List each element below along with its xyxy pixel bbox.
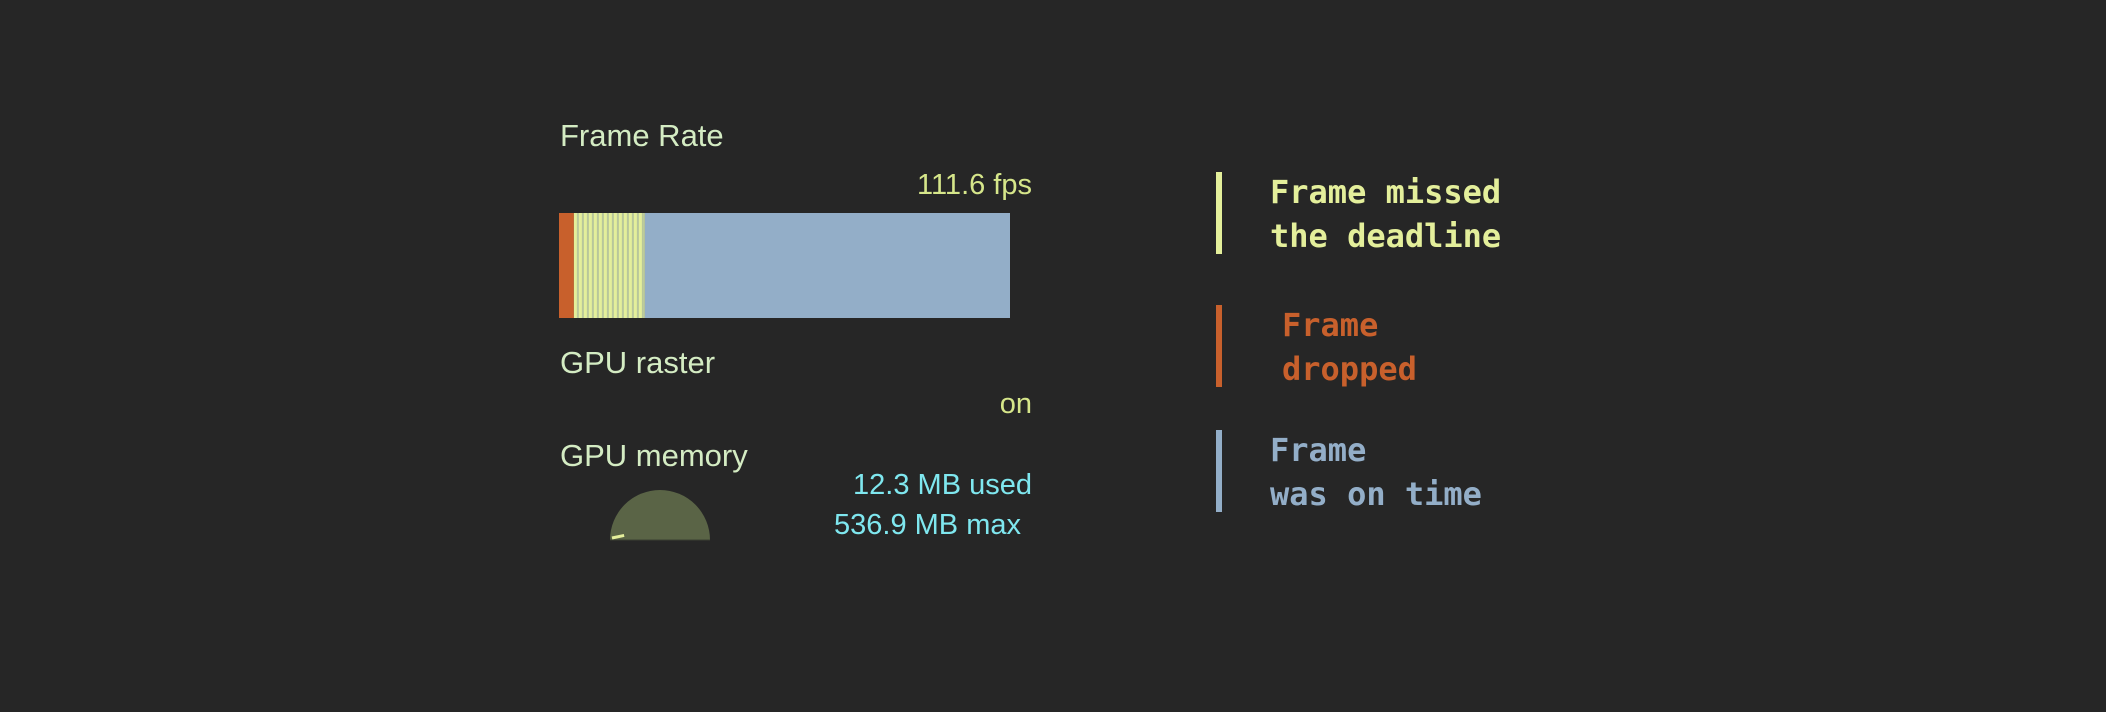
legend-bar-missed	[1216, 172, 1222, 254]
missed-frame-stripe	[596, 213, 599, 318]
missed-frame-stripe	[631, 213, 634, 318]
gpu-memory-gauge-svg	[610, 490, 710, 541]
legend-missed-line1: Frame missed	[1270, 173, 1502, 211]
missed-frame-stripe	[601, 213, 604, 318]
missed-frame-stripe	[621, 213, 624, 318]
gpu-memory-gauge	[600, 480, 720, 542]
gauge-background	[610, 490, 710, 540]
fps-value: 111.6 fps	[916, 169, 1032, 201]
frame-rate-history-svg	[559, 213, 1010, 318]
frame-rate-title: Frame Rate	[560, 118, 724, 153]
missed-frame-stripe	[636, 213, 639, 318]
legend-bar-on-time	[1216, 430, 1222, 512]
legend-dropped-text: Frame dropped	[1282, 303, 1417, 391]
missed-frame-stripe	[616, 213, 619, 318]
missed-frame-stripe	[641, 213, 644, 318]
gpu-raster-title: GPU raster	[560, 345, 716, 380]
missed-frame-stripe	[626, 213, 629, 318]
rendering-stats-panel: Frame Rate 111.6 fps GPU raster on GPU m…	[0, 0, 2106, 712]
dropped-frame-segment	[559, 213, 574, 318]
missed-frame-stripe	[576, 213, 579, 318]
missed-frames-segment	[573, 213, 645, 318]
gpu-memory-title: GPU memory	[560, 438, 748, 473]
gpu-memory-max: 536.9 MB max	[834, 509, 1021, 541]
legend-missed-text: Frame missed the deadline	[1270, 170, 1501, 258]
missed-frame-stripe	[611, 213, 614, 318]
legend-on-time-text: Frame was on time	[1270, 428, 1482, 516]
missed-frame-stripe	[581, 213, 584, 318]
legend-dropped-line2: dropped	[1282, 350, 1417, 388]
gpu-memory-used: 12.3 MB used	[853, 469, 1032, 501]
missed-frame-stripe	[591, 213, 594, 318]
legend-on-time-line2: was on time	[1270, 475, 1482, 513]
legend-dropped-line1: Frame	[1282, 306, 1379, 344]
missed-frame-stripe	[586, 213, 589, 318]
legend-missed-line2: the deadline	[1270, 217, 1502, 255]
legend-bar-dropped	[1216, 305, 1222, 387]
gpu-raster-value: on	[999, 388, 1032, 420]
on-time-frames-segment	[644, 213, 1010, 318]
legend-on-time-line1: Frame	[1270, 431, 1367, 469]
frame-rate-history-bar	[559, 213, 1010, 318]
missed-frame-stripe	[606, 213, 609, 318]
